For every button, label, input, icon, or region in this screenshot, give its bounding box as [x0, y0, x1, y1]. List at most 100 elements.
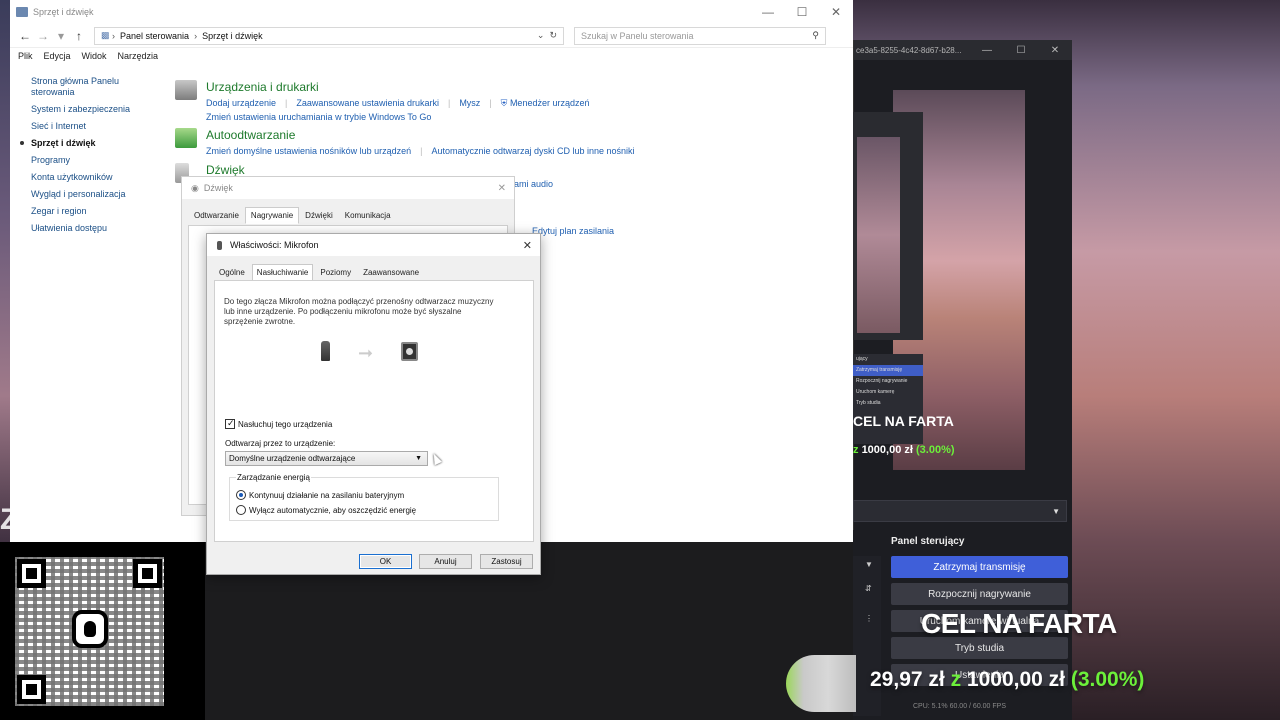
dock-toolbar: ▼ ⇵ ⋮ — [853, 556, 881, 716]
search-icon[interactable]: ⚲ — [812, 30, 819, 41]
forward-arrow-icon[interactable]: → — [34, 29, 52, 43]
power-management-group: Zarządzanie energią Kontynuuj działanie … — [229, 473, 499, 521]
ghost-letter: Z — [0, 503, 20, 536]
cancel-button[interactable]: Anuluj — [419, 554, 472, 569]
minimize-button[interactable]: — — [970, 45, 1004, 56]
studio-mode-button[interactable]: Tryb studia — [891, 637, 1068, 659]
radio-label: Wyłącz automatycznie, aby oszczędzić ene… — [249, 505, 417, 515]
sound-tabs: Odtwarzanie Nagrywanie Dźwięki Komunikac… — [182, 207, 514, 224]
window-title: Sprzęt i dźwięk — [33, 7, 94, 17]
sidebar-item-clock[interactable]: Zegar i region — [31, 206, 146, 217]
link-windows-to-go[interactable]: Zmień ustawienia uruchamiania w trybie W… — [206, 112, 431, 122]
recent-chevron-icon[interactable]: ▾ — [52, 29, 70, 43]
stop-stream-button[interactable]: Zatrzymaj transmisję — [891, 556, 1068, 578]
ghost-faded: ieniu Ko... — [19, 503, 174, 536]
radio-power-save[interactable]: Wyłącz automatycznie, aby oszczędzić ene… — [236, 505, 416, 515]
chevron-down-icon: ▼ — [1052, 507, 1060, 516]
radio-continue-battery[interactable]: Kontynuuj działanie na zasilaniu bateryj… — [236, 490, 404, 500]
category-title[interactable]: Autoodtwarzanie — [206, 128, 295, 142]
up-arrow-icon[interactable]: ↑ — [70, 29, 88, 43]
sidebar-item-system[interactable]: System i zabezpieczenia — [31, 104, 146, 115]
sidebar-item-hardware[interactable]: Sprzęt i dźwięk — [20, 138, 146, 149]
radio-button[interactable] — [236, 505, 246, 515]
up-down-arrows-icon[interactable]: ⇵ — [865, 584, 872, 593]
radio-label: Kontynuuj działanie na zasilaniu bateryj… — [249, 490, 405, 500]
menu-view[interactable]: Widok — [82, 51, 107, 61]
menu-edit[interactable]: Edycja — [44, 51, 71, 61]
title-bar: Sprzęt i dźwięk — ☐ ✕ — [10, 0, 853, 24]
more-options-icon[interactable]: ⋮ — [865, 614, 873, 623]
sidebar-item-accessibility[interactable]: Ułatwienia dostępu — [31, 223, 146, 234]
sidebar-item-network[interactable]: Sieć i Internet — [31, 121, 146, 132]
maximize-button[interactable]: ☐ — [785, 0, 819, 24]
goal-target: 1000,00 zł — [861, 444, 913, 456]
radio-button[interactable] — [236, 490, 246, 500]
address-dropdown-icon[interactable]: ⌄ ↻ — [537, 30, 557, 41]
listen-description: Do tego złącza Mikrofon można podłączyć … — [224, 297, 494, 326]
progress-pill — [786, 655, 856, 712]
link-edit-power-plan[interactable]: Edytuj plan zasilania — [532, 226, 614, 236]
listen-checkbox[interactable] — [225, 418, 235, 429]
sound-dialog-title-bar: ◉ Dźwięk ✕ — [182, 177, 514, 199]
tab-recording[interactable]: Nagrywanie — [244, 207, 300, 224]
start-recording-button[interactable]: Rozpocznij nagrywanie — [891, 583, 1068, 605]
chevron-down-icon: ▼ — [415, 455, 422, 462]
category-title[interactable]: Dźwięk — [206, 163, 245, 177]
goal-title: CEL NA FARTA — [921, 608, 1117, 639]
link-printer-settings[interactable]: Zaawansowane ustawienia drukarki — [296, 98, 439, 108]
menu-bar: Plik Edycja Widok Narzędzia — [10, 48, 853, 64]
address-bar[interactable]: ▩ › Panel sterowania › Sprzęt i dźwięk ⌄… — [94, 26, 564, 45]
list-item: Uruchom kamerę — [856, 389, 895, 395]
shield-icon: ⛨ — [500, 98, 508, 108]
breadcrumb-control-panel[interactable]: Panel sterowania — [120, 31, 189, 41]
sidebar-item-programs[interactable]: Programy — [31, 155, 146, 166]
listen-checkbox-row[interactable]: Nasłuchuj tego urządzenia — [225, 418, 332, 429]
speaker-icon — [401, 342, 418, 361]
sidebar-item-home[interactable]: Strona główna Panelu sterowania — [31, 76, 126, 98]
tab-advanced[interactable]: Zaawansowane — [358, 264, 424, 281]
tab-playback[interactable]: Odtwarzanie — [188, 207, 245, 224]
tab-levels[interactable]: Poziomy — [315, 264, 356, 281]
close-button[interactable]: ✕ — [1038, 45, 1072, 56]
link-divider: | — [420, 146, 423, 156]
playback-device-label: Odtwarzaj przez to urządzenie: — [225, 439, 336, 448]
close-icon[interactable]: ✕ — [498, 183, 506, 194]
chevron-down-icon[interactable]: ▼ — [865, 560, 873, 569]
playback-device-value: Domyślne urządzenie odtwarzające — [229, 454, 356, 463]
scene-select[interactable]: ▼ — [853, 500, 1067, 522]
back-arrow-icon[interactable]: ← — [16, 29, 34, 43]
link-add-device[interactable]: Dodaj urządzenie — [206, 98, 276, 108]
menu-file[interactable]: Plik — [18, 51, 33, 61]
playback-device-select[interactable]: Domyślne urządzenie odtwarzające ▼ — [225, 451, 428, 466]
nested-obs-controls: ujący Zatrzymaj transmisję Rozpocznij na… — [853, 354, 923, 444]
link-autoplay-cd[interactable]: Automatycznie odtwarzaj dyski CD lub inn… — [431, 146, 634, 156]
breadcrumb-separator: › — [194, 30, 198, 41]
sidebar-item-accounts[interactable]: Konta użytkowników — [31, 172, 146, 183]
maximize-button[interactable]: ☐ — [1004, 45, 1038, 56]
link-device-manager[interactable]: Menedżer urządzeń — [510, 98, 590, 108]
breadcrumb-hardware-sound[interactable]: Sprzęt i dźwięk — [202, 31, 263, 41]
of-word: z — [853, 444, 859, 456]
menu-tools[interactable]: Narzędzia — [118, 51, 159, 61]
tab-listen[interactable]: Nasłuchiwanie — [251, 264, 314, 281]
tab-communications[interactable]: Komunikacja — [339, 207, 397, 224]
link-partial-audio[interactable]: ami audio — [514, 179, 553, 189]
close-button[interactable]: ✕ — [819, 0, 853, 24]
link-mouse[interactable]: Mysz — [459, 98, 480, 108]
list-item: Rozpocznij nagrywanie — [856, 378, 908, 384]
nested-preview-image — [857, 137, 900, 333]
search-placeholder: Szukaj w Panelu sterowania — [581, 30, 694, 41]
close-icon[interactable]: ✕ — [523, 239, 532, 252]
tab-general[interactable]: Ogólne — [214, 264, 250, 281]
minimize-button[interactable]: — — [751, 0, 785, 24]
category-title[interactable]: Urządzenia i drukarki — [206, 80, 319, 94]
sidebar-item-appearance[interactable]: Wygląd i personalizacja — [31, 189, 146, 200]
search-input[interactable]: Szukaj w Panelu sterowania ⚲ — [574, 26, 826, 45]
arrow-right-icon: ➞ — [358, 343, 374, 363]
of-word: z — [950, 668, 962, 691]
status-bar: CPU: 5.1% 60.00 / 60.00 FPS — [913, 703, 1006, 710]
tab-sounds[interactable]: Dźwięki — [299, 207, 339, 224]
link-default-media[interactable]: Zmień domyślne ustawienia nośników lub u… — [206, 146, 411, 156]
ok-button[interactable]: OK — [359, 554, 412, 569]
apply-button[interactable]: Zastosuj — [480, 554, 533, 569]
